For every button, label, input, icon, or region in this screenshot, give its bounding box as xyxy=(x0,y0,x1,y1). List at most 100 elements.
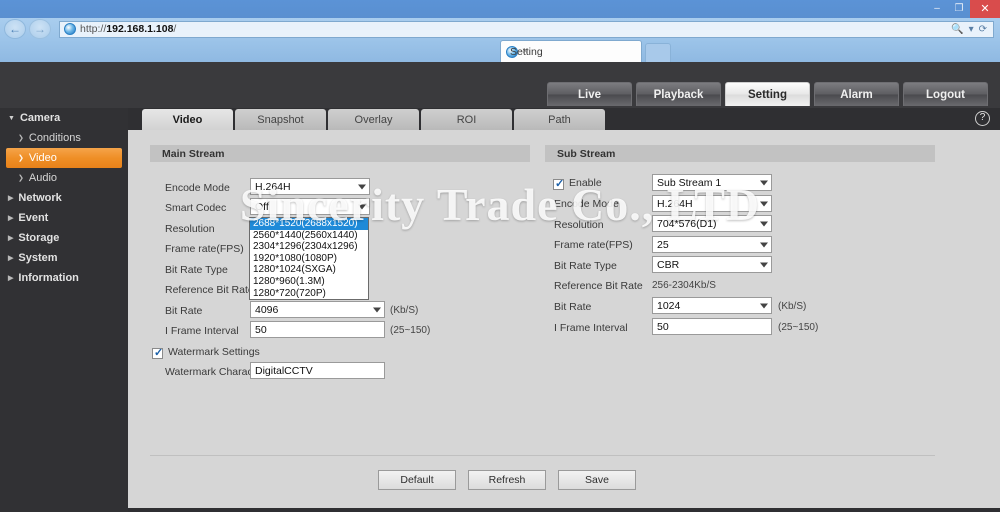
ie-logo-icon xyxy=(64,23,76,35)
screen: – ❐ ✕ ← → http://192.168.1.108/ 🔍 ▾ ⟳ ★ … xyxy=(0,0,1000,512)
chevron-down-icon xyxy=(358,204,366,209)
sidebar-item-video[interactable]: ❯ Video xyxy=(6,148,122,168)
main-i-frame-hint: (25~150) xyxy=(390,325,431,336)
chevron-right-icon: ▶ xyxy=(8,215,14,222)
chevron-down-icon xyxy=(760,201,768,206)
resolution-option[interactable]: 1280*1024(SXGA) xyxy=(250,264,368,276)
browser-titlebar: – ❐ ✕ xyxy=(0,0,1000,18)
main-bit-rate-value: 4096 xyxy=(255,303,279,316)
sidebar-item-label: System xyxy=(18,252,58,264)
sidebar-item-label: Network xyxy=(18,192,62,204)
sub-i-frame-label: I Frame Interval xyxy=(554,322,628,334)
sub-frame-rate-label: Frame rate(FPS) xyxy=(554,239,633,251)
save-button[interactable]: Save xyxy=(558,470,636,490)
watermark-character-value: DigitalCCTV xyxy=(255,364,313,377)
sub-bit-rate-unit: (Kb/S) xyxy=(778,301,807,312)
sub-bit-rate-value: 1024 xyxy=(657,299,681,312)
tab-overlay[interactable]: Overlay xyxy=(328,109,419,130)
main-smart-codec-select[interactable]: Off xyxy=(250,198,370,215)
tab-snapshot[interactable]: Snapshot xyxy=(235,109,326,130)
chevron-down-icon[interactable]: ▾ xyxy=(969,24,974,35)
sub-encode-mode-select[interactable]: H.264H xyxy=(652,195,772,212)
sub-resolution-value: 704*576(D1) xyxy=(657,217,717,230)
sub-bit-rate-select[interactable]: 1024 xyxy=(652,297,772,314)
default-button[interactable]: Default xyxy=(378,470,456,490)
main-stream-header: Main Stream xyxy=(150,145,530,162)
watermark-character-input[interactable]: DigitalCCTV xyxy=(250,362,385,379)
main-encode-mode-label: Encode Mode xyxy=(165,182,230,194)
sidebar-item-storage[interactable]: ▶ Storage xyxy=(0,228,128,248)
refresh-button[interactable]: Refresh xyxy=(468,470,546,490)
panel-divider xyxy=(150,455,935,456)
url-text: http://192.168.1.108/ xyxy=(80,23,177,35)
sub-encode-mode-label: Encode Mode xyxy=(554,198,619,210)
maximize-button[interactable]: ❐ xyxy=(948,0,970,18)
watermark-settings-checkbox[interactable] xyxy=(152,346,163,359)
sub-stream-select[interactable]: Sub Stream 1 xyxy=(652,174,772,191)
sub-enable-checkbox[interactable] xyxy=(553,177,564,190)
main-smart-codec-value: Off xyxy=(255,200,269,213)
sidebar-item-label: Information xyxy=(18,272,79,284)
topnav-setting[interactable]: Setting xyxy=(725,82,810,106)
sidebar-item-label: Audio xyxy=(28,172,58,184)
resolution-option[interactable]: 2560*1440(2560x1440) xyxy=(250,230,368,242)
chevron-down-icon xyxy=(760,221,768,226)
minimize-button[interactable]: – xyxy=(926,0,948,18)
sub-encode-mode-value: H.264H xyxy=(657,197,693,210)
chevron-down-icon xyxy=(760,262,768,267)
resolution-option[interactable]: 1920*1080(1080P) xyxy=(250,253,368,265)
topnav-alarm[interactable]: Alarm xyxy=(814,82,899,106)
help-icon[interactable]: ? xyxy=(975,111,990,126)
sidebar-item-label: Storage xyxy=(18,232,60,244)
resolution-dropdown-list[interactable]: 2688*1520(2688x1520) 2560*1440(2560x1440… xyxy=(249,217,369,301)
forward-arrow-icon[interactable]: → xyxy=(29,19,51,39)
sub-resolution-select[interactable]: 704*576(D1) xyxy=(652,215,772,232)
main-bit-rate-label: Bit Rate xyxy=(165,305,203,317)
chevron-down-icon xyxy=(760,242,768,247)
sidebar-item-system[interactable]: ▶ System xyxy=(0,248,128,268)
search-icon[interactable]: 🔍 xyxy=(951,24,963,35)
chevron-right-icon: ❯ xyxy=(18,135,24,142)
tab-path[interactable]: Path xyxy=(514,109,605,130)
main-encode-mode-value: H.264H xyxy=(255,180,291,193)
resolution-option[interactable]: 2304*1296(2304x1296) xyxy=(250,241,368,253)
resolution-option[interactable]: 1280*720(720P) xyxy=(250,288,368,300)
close-button[interactable]: ✕ xyxy=(970,0,1000,18)
sidebar-item-conditions[interactable]: ❯ Conditions xyxy=(0,128,128,148)
sub-i-frame-input[interactable]: 50 xyxy=(652,318,772,335)
browser-tab-setting[interactable]: Setting × xyxy=(500,40,642,62)
page-tabbar: Video Snapshot Overlay ROI Path ? xyxy=(128,108,1000,130)
refresh-icon[interactable]: ⟳ xyxy=(979,24,987,35)
sub-frame-rate-select[interactable]: 25 xyxy=(652,236,772,253)
sub-reference-bit-rate-value: 256-2304Kb/S xyxy=(652,280,716,291)
sidebar-item-information[interactable]: ▶ Information xyxy=(0,268,128,288)
address-bar[interactable]: http://192.168.1.108/ 🔍 ▾ ⟳ xyxy=(59,20,994,38)
sidebar-item-network[interactable]: ▶ Network xyxy=(0,188,128,208)
sub-bit-rate-type-select[interactable]: CBR xyxy=(652,256,772,273)
address-bar-tools: 🔍 ▾ ⟳ xyxy=(951,24,989,35)
tab-video[interactable]: Video xyxy=(142,109,233,130)
resolution-option[interactable]: 1280*960(1.3M) xyxy=(250,276,368,288)
back-arrow-icon[interactable]: ← xyxy=(4,19,26,39)
sidebar-item-camera[interactable]: ▼ Camera xyxy=(0,108,128,128)
main-bit-rate-select[interactable]: 4096 xyxy=(250,301,385,318)
topnav-live[interactable]: Live xyxy=(547,82,632,106)
main-i-frame-input[interactable]: 50 xyxy=(250,321,385,338)
sidebar-item-event[interactable]: ▶ Event xyxy=(0,208,128,228)
chevron-right-icon: ❯ xyxy=(18,175,24,182)
main-encode-mode-select[interactable]: H.264H xyxy=(250,178,370,195)
content-area: Video Snapshot Overlay ROI Path ? Main S… xyxy=(128,108,1000,512)
topnav-logout[interactable]: Logout xyxy=(903,82,988,106)
new-tab-button[interactable] xyxy=(645,43,671,62)
chevron-down-icon xyxy=(373,307,381,312)
sidebar: ▼ Camera ❯ Conditions ❯ Video ❯ Audio ▶ … xyxy=(0,108,128,512)
resolution-option[interactable]: 2688*1520(2688x1520) xyxy=(250,218,368,230)
topnav-playback[interactable]: Playback xyxy=(636,82,721,106)
main-bit-rate-type-label: Bit Rate Type xyxy=(165,264,228,276)
chevron-right-icon: ▶ xyxy=(8,235,14,242)
tab-roi[interactable]: ROI xyxy=(421,109,512,130)
main-i-frame-label: I Frame Interval xyxy=(165,325,239,337)
sidebar-item-audio[interactable]: ❯ Audio xyxy=(0,168,128,188)
main-i-frame-value: 50 xyxy=(255,323,267,336)
browser-tabstrip: ★ Setting × ⌂ ★ ⚙ xyxy=(0,40,1000,102)
